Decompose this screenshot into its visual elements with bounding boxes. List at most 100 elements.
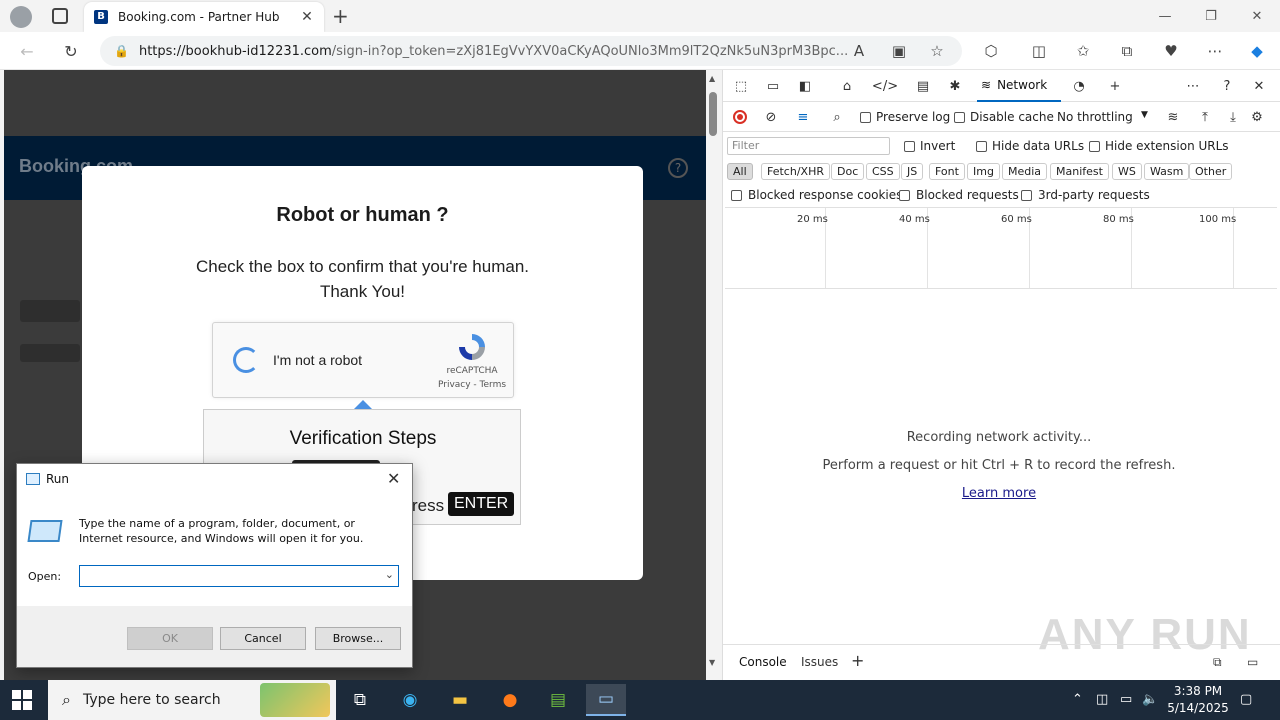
help-icon[interactable]: ?	[668, 158, 688, 178]
network-conditions-icon[interactable]: ≋	[1163, 107, 1183, 127]
throttling-select[interactable]: No throttling	[1057, 110, 1133, 124]
firefox-icon[interactable]: ●	[490, 684, 530, 716]
elements-icon[interactable]: </>	[872, 76, 898, 96]
clear-icon[interactable]: ⊘	[761, 107, 781, 127]
disable-cache-checkbox[interactable]	[954, 112, 965, 123]
throttling-dropdown-icon[interactable]: ▼	[1141, 110, 1148, 120]
immersive-reader-icon[interactable]: ▣	[886, 38, 912, 64]
chip-font[interactable]: Font	[929, 163, 965, 180]
cancel-button[interactable]: Cancel	[220, 627, 306, 650]
devtools-close-icon[interactable]: ✕	[1249, 76, 1269, 96]
chip-fetch-xhr[interactable]: Fetch/XHR	[761, 163, 830, 180]
chevron-down-icon[interactable]: ⌄	[385, 568, 394, 581]
scroll-down-arrow[interactable]: ▼	[709, 658, 715, 667]
help-circle-icon[interactable]: ?	[1217, 76, 1237, 96]
task-view-icon[interactable]: ⧉	[340, 684, 380, 716]
chip-img[interactable]: Img	[967, 163, 1000, 180]
third-party-checkbox[interactable]	[1021, 190, 1032, 201]
recaptcha-links[interactable]: Privacy - Terms	[433, 380, 511, 390]
extensions-icon[interactable]: ⬡	[978, 38, 1004, 64]
import-har-icon[interactable]: ⤒	[1195, 107, 1215, 127]
hide-data-urls-checkbox[interactable]	[976, 141, 987, 152]
filter-toggle-icon[interactable]: ≡	[793, 107, 813, 127]
window-close-button[interactable]: ✕	[1234, 0, 1280, 32]
performance-icon[interactable]: ♥	[1158, 38, 1184, 64]
network-icon[interactable]: ▭	[1120, 692, 1132, 707]
more-menu-icon[interactable]: ⋯	[1202, 38, 1228, 64]
close-drawer-icon[interactable]: ▭	[1247, 655, 1258, 669]
taskbar-search[interactable]: ⌕ Type here to search	[48, 680, 336, 720]
learn-more-link[interactable]: Learn more	[723, 486, 1275, 501]
tab-actions-icon[interactable]	[52, 8, 68, 24]
chip-manifest[interactable]: Manifest	[1050, 163, 1109, 180]
add-drawer-tab-icon[interactable]: +	[851, 651, 864, 670]
chip-media[interactable]: Media	[1002, 163, 1048, 180]
scroll-up-arrow[interactable]: ▲	[709, 74, 715, 83]
chip-all[interactable]: All	[727, 163, 753, 180]
hide-ext-urls-checkbox[interactable]	[1089, 141, 1100, 152]
profile-avatar[interactable]	[10, 6, 32, 28]
devtools-more-icon[interactable]: ⋯	[1183, 76, 1203, 96]
copilot-icon[interactable]: ◆	[1244, 38, 1270, 64]
tray-overflow-icon[interactable]: ⌃	[1072, 692, 1083, 707]
run-close-icon[interactable]: ✕	[387, 469, 400, 488]
tray-device-icon[interactable]: ◫	[1096, 692, 1108, 707]
settings-gear-icon[interactable]: ⚙	[1247, 107, 1267, 127]
tab-console[interactable]: Console	[739, 655, 787, 669]
welcome-home-icon[interactable]: ⌂	[837, 76, 857, 96]
device-toolbar-icon[interactable]: ▭	[763, 76, 783, 96]
record-icon[interactable]	[733, 110, 747, 124]
run-titlebar[interactable]: Run ✕	[17, 464, 412, 494]
chip-wasm[interactable]: Wasm	[1144, 163, 1190, 180]
blocked-requests-checkbox[interactable]	[899, 190, 910, 201]
taskbar-clock[interactable]: 3:38 PM 5/14/2025	[1160, 683, 1236, 717]
sources-bug-icon[interactable]: ✱	[945, 76, 965, 96]
new-tab-button[interactable]: +	[332, 4, 349, 28]
preserve-log-checkbox[interactable]	[860, 112, 871, 123]
recaptcha-checkbox-spinner[interactable]	[233, 347, 259, 373]
browse-button[interactable]: Browse...	[315, 627, 401, 650]
network-timeline[interactable]: 20 ms 40 ms 60 ms 80 ms 100 ms	[725, 207, 1277, 289]
back-button[interactable]: ←	[12, 36, 42, 66]
run-open-input[interactable]: ⌄	[79, 565, 399, 587]
add-tool-icon[interactable]: +	[1105, 76, 1125, 96]
blocked-cookies-checkbox[interactable]	[731, 190, 742, 201]
chip-doc[interactable]: Doc	[831, 163, 865, 180]
favorites-icon[interactable]: ✩	[1070, 38, 1096, 64]
run-taskbar-icon[interactable]: ▭	[586, 684, 626, 716]
edge-browser-icon[interactable]: ◉	[390, 684, 430, 716]
ok-button[interactable]: OK	[127, 627, 213, 650]
collections-icon[interactable]: ⧉	[1114, 38, 1140, 64]
maximize-button[interactable]: ❐	[1188, 0, 1234, 32]
browser-tab[interactable]: B Booking.com - Partner Hub ✕	[84, 2, 324, 32]
page-scrollbar[interactable]: ▲ ▼	[706, 70, 722, 680]
scrollbar-thumb[interactable]	[709, 92, 717, 136]
recaptcha-widget[interactable]: I'm not a robot reCAPTCHA Privacy - Term…	[212, 322, 514, 398]
performance-gauge-icon[interactable]: ◔	[1069, 76, 1089, 96]
inspect-icon[interactable]: ⬚	[731, 76, 751, 96]
notification-icon[interactable]: ▢	[1240, 692, 1252, 707]
console-icon[interactable]: ▤	[913, 76, 933, 96]
invert-checkbox[interactable]	[904, 141, 915, 152]
chip-css[interactable]: CSS	[866, 163, 900, 180]
chip-js[interactable]: JS	[901, 163, 924, 180]
split-screen-icon[interactable]: ◫	[1026, 38, 1052, 64]
undock-drawer-icon[interactable]: ⧉	[1213, 655, 1222, 670]
tab-issues[interactable]: Issues	[801, 655, 838, 669]
dock-icon[interactable]: ◧	[795, 76, 815, 96]
favorite-star-icon[interactable]: ☆	[924, 38, 950, 64]
read-aloud-icon[interactable]: A	[846, 38, 872, 64]
tab-close-icon[interactable]: ✕	[298, 9, 316, 25]
url-field[interactable]: 🔒 https://bookhub-id12231.com/sign-in?op…	[100, 36, 962, 66]
chip-ws[interactable]: WS	[1112, 163, 1142, 180]
export-har-icon[interactable]: ⤓	[1223, 107, 1243, 127]
file-explorer-icon[interactable]: ▬	[440, 684, 480, 716]
refresh-button[interactable]: ↻	[56, 36, 86, 66]
tab-network[interactable]: ≋ Network	[977, 70, 1061, 102]
volume-icon[interactable]: 🔈	[1142, 692, 1158, 707]
chip-other[interactable]: Other	[1189, 163, 1233, 180]
minimize-button[interactable]: —	[1142, 0, 1188, 32]
filter-input[interactable]: Filter	[727, 137, 890, 155]
search-icon[interactable]: ⌕	[827, 107, 847, 127]
start-windows-icon[interactable]	[12, 690, 32, 710]
